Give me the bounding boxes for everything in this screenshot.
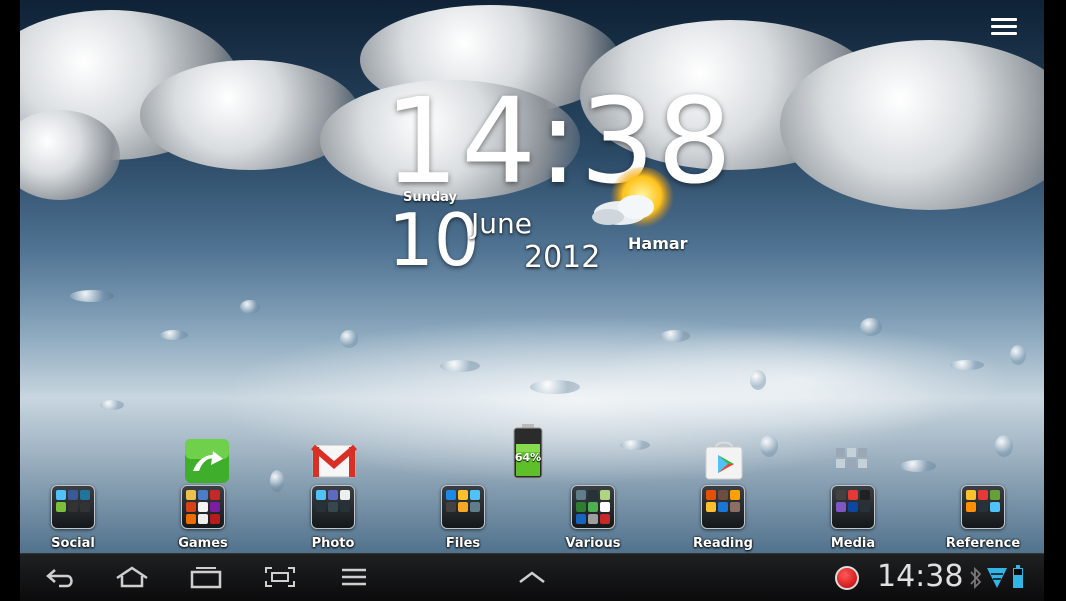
dolphin-browser-icon[interactable] [183, 437, 231, 485]
folder-reference[interactable]: Reference [938, 485, 1028, 553]
rain-drop [270, 470, 284, 492]
folder-label: Reading [693, 536, 753, 551]
folder-icon [701, 485, 745, 529]
clock-year: 2012 [524, 240, 601, 275]
expand-up-button[interactable] [512, 562, 552, 592]
rain-drop [1010, 345, 1026, 365]
wifi-signal-icon [987, 568, 1007, 588]
rain-drop [950, 360, 984, 370]
rain-drop [995, 435, 1013, 457]
rain-drop [70, 290, 114, 302]
battery-percent: 64% [514, 451, 542, 464]
partly-cloudy-weather-icon[interactable] [580, 165, 690, 245]
folder-label: Games [178, 536, 228, 551]
status-bar-time[interactable]: 14:38 [877, 560, 963, 594]
rain-drop [440, 360, 480, 372]
menu-icon [342, 568, 366, 586]
folder-icon [51, 485, 95, 529]
folder-icon [831, 485, 875, 529]
rain-drop [160, 330, 188, 340]
play-store-icon[interactable] [700, 437, 748, 485]
rain-drop [860, 318, 882, 336]
rain-drop [100, 400, 124, 410]
folder-label: Reference [945, 536, 1021, 551]
app-drawer-grid-icon[interactable] [828, 440, 876, 488]
folder-label: Social [51, 536, 95, 551]
screen-recorder-icon[interactable] [835, 566, 859, 590]
clock-date: 10 [388, 198, 480, 282]
recent-apps-icon [190, 567, 222, 589]
folder-media[interactable]: Media [808, 485, 898, 553]
back-arrow-icon [46, 569, 73, 588]
folder-icon [311, 485, 355, 529]
folder-games[interactable]: Games [158, 485, 248, 553]
folder-photo[interactable]: Photo [288, 485, 378, 553]
rain-drop [760, 435, 778, 457]
menu-button[interactable] [334, 562, 374, 592]
overflow-menu-icon[interactable] [991, 18, 1017, 40]
recent-apps-button[interactable] [186, 562, 226, 592]
screenshot-button[interactable] [260, 562, 300, 592]
gmail-icon[interactable] [310, 437, 358, 485]
chevron-up-icon [519, 571, 545, 583]
rain-drop [750, 370, 766, 390]
rain-drop [660, 330, 690, 342]
folder-various[interactable]: Various [548, 485, 638, 553]
clock-month: June [471, 207, 532, 240]
rain-drop [530, 380, 580, 394]
system-bar: 14:38 [20, 553, 1044, 601]
home-icon [116, 566, 148, 588]
home-button[interactable] [112, 562, 152, 592]
home-screen: 14:38 Sunday 10 June 2012 Hamar 64% Soci… [20, 0, 1044, 553]
folder-icon [571, 485, 615, 529]
folder-label: Media [830, 536, 876, 551]
rain-drop [900, 460, 936, 472]
folder-files[interactable]: Files [418, 485, 508, 553]
folder-label: Files [445, 536, 481, 551]
folder-icon [961, 485, 1005, 529]
folder-social[interactable]: Social [28, 485, 118, 553]
folder-icon [181, 485, 225, 529]
battery-status-icon [1013, 565, 1023, 588]
rain-drop [340, 330, 358, 348]
battery-widget[interactable]: 64% [503, 422, 553, 480]
rain-drop [620, 440, 650, 450]
folder-label: Photo [311, 536, 355, 551]
folder-reading[interactable]: Reading [678, 485, 768, 553]
back-button[interactable] [40, 562, 80, 592]
rain-drop [240, 300, 260, 314]
folder-label: Various [565, 536, 621, 551]
weather-city: Hamar [628, 234, 688, 253]
bluetooth-icon [970, 566, 982, 590]
screenshot-icon [265, 567, 295, 587]
folder-icon [441, 485, 485, 529]
